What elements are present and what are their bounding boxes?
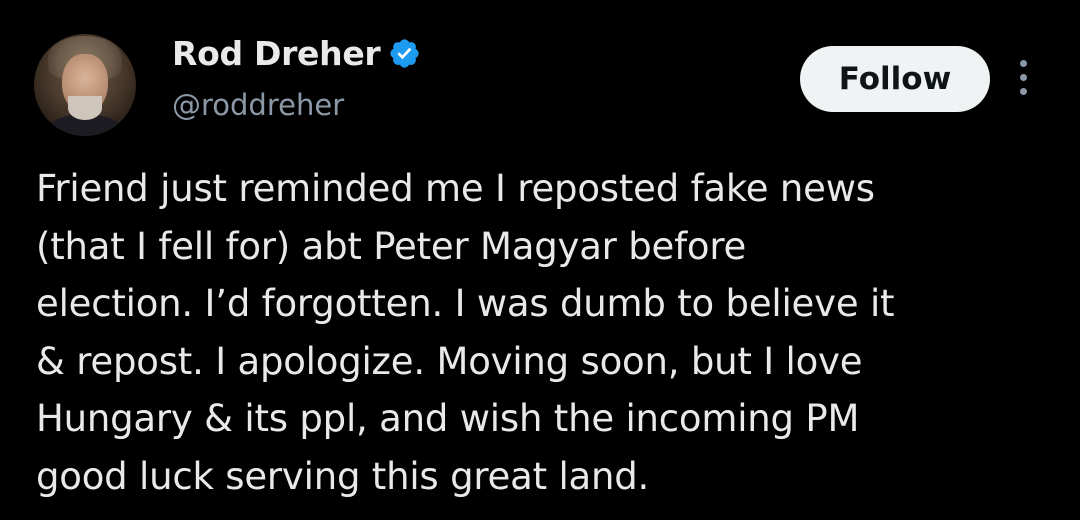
author-avatar[interactable] <box>34 34 136 136</box>
tweet-header: Rod Dreher @roddreher Follow <box>34 28 1054 138</box>
more-dot <box>1019 74 1027 81</box>
more-dot <box>1019 88 1027 95</box>
more-vertical-icon[interactable] <box>1016 60 1030 100</box>
tweet-text: Friend just reminded me I reposted fake … <box>36 167 895 498</box>
avatar-beard <box>68 96 102 120</box>
author-name-row: Rod Dreher <box>172 34 421 73</box>
author-display-name[interactable]: Rod Dreher <box>172 34 381 73</box>
more-dot <box>1019 60 1027 67</box>
verified-badge-icon[interactable] <box>388 37 421 70</box>
follow-button[interactable]: Follow <box>800 46 990 112</box>
author-handle[interactable]: @roddreher <box>172 88 344 122</box>
